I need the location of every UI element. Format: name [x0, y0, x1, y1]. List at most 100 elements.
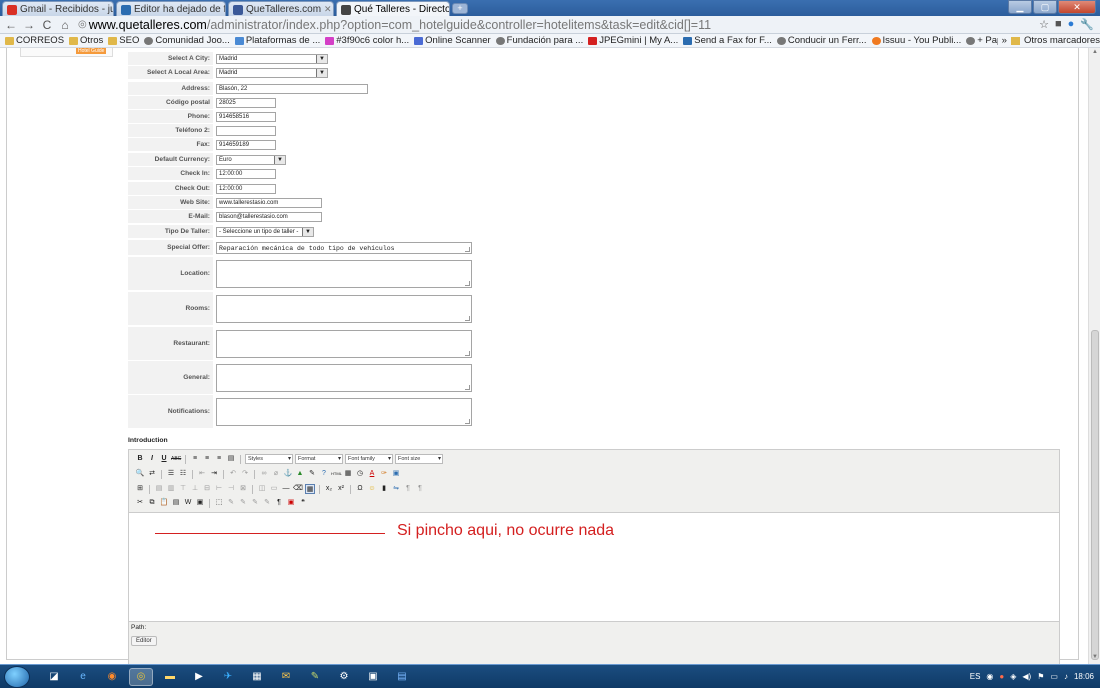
home-icon[interactable]: ⌂: [58, 18, 72, 32]
bookmark-color[interactable]: #3f90c6 color h...: [325, 35, 409, 46]
insert-row-before-icon[interactable]: ⊤: [178, 484, 188, 494]
tab-quetalleres-admin[interactable]: Qué Talleres - Directo ✕: [336, 1, 450, 16]
postal-code-input[interactable]: 28025: [216, 98, 276, 108]
blockquote-icon[interactable]: ❝: [298, 498, 308, 508]
bookmark-otros[interactable]: Otros: [69, 35, 103, 46]
website-input[interactable]: www.tallerestasio.com: [216, 198, 322, 208]
delete-col-icon[interactable]: ⊠: [238, 484, 248, 494]
font-family-dropdown[interactable]: Font family: [345, 454, 393, 464]
emoticon-icon[interactable]: ☺: [367, 484, 377, 494]
url-input[interactable]: ◎ www.quetalleres.com/administrator/inde…: [78, 17, 1039, 32]
redo-icon[interactable]: ↷: [240, 469, 250, 479]
address-input[interactable]: Blasón, 22: [216, 84, 368, 94]
bullet-list-icon[interactable]: ☰: [166, 469, 176, 479]
media-player-icon[interactable]: ▶: [187, 668, 211, 686]
insert-date-icon[interactable]: ▦: [343, 469, 353, 479]
new-tab-button[interactable]: +: [452, 3, 468, 14]
horizontal-rule-icon[interactable]: —: [281, 484, 291, 494]
cleanup-icon[interactable]: ✎: [307, 469, 317, 479]
phone-input[interactable]: 914658516: [216, 112, 276, 122]
volume-icon[interactable]: ♪: [1064, 672, 1068, 681]
background-color-icon[interactable]: ✑: [379, 469, 389, 479]
select-all-icon[interactable]: ▣: [195, 498, 205, 508]
remove-format-icon[interactable]: ⌫: [293, 484, 303, 494]
email-input[interactable]: blason@tallerestasio.com: [216, 212, 322, 222]
scroll-down-icon[interactable]: ▼: [1091, 654, 1099, 662]
chrome-icon[interactable]: ◎: [129, 667, 153, 686]
direction-icon[interactable]: ⇋: [391, 484, 401, 494]
check-in-input[interactable]: 12:00:00: [216, 169, 276, 179]
city-select[interactable]: Madrid ▼: [216, 54, 328, 64]
visual-aid-icon[interactable]: ▦: [305, 484, 315, 494]
insert-time-icon[interactable]: ◷: [355, 469, 365, 479]
rooms-textarea[interactable]: [216, 295, 472, 323]
special-offer-textarea[interactable]: Reparación mecánica de todo tipo de vehí…: [216, 242, 472, 254]
align-right-button[interactable]: ≡: [214, 454, 224, 464]
phone-2-input[interactable]: [216, 126, 276, 136]
paint-icon[interactable]: ✎: [303, 668, 327, 686]
shield-icon[interactable]: ◈: [1010, 672, 1016, 681]
format-dropdown[interactable]: Format: [295, 454, 343, 464]
page-info-icon[interactable]: ◎: [78, 19, 87, 30]
notifications-textarea[interactable]: [216, 398, 472, 426]
bold-button[interactable]: B: [135, 454, 145, 464]
reload-icon[interactable]: C: [40, 18, 54, 32]
fullscreen-icon[interactable]: ▣: [391, 469, 401, 479]
insert-col-before-icon[interactable]: ⊢: [214, 484, 224, 494]
close-window-button[interactable]: ✕: [1058, 0, 1096, 14]
other-bookmarks[interactable]: » Otros marcadores: [997, 34, 1100, 47]
abbr-icon[interactable]: ✎: [238, 498, 248, 508]
antivirus-icon[interactable]: ●: [999, 672, 1004, 681]
bookmark-send-fax[interactable]: Send a Fax for F...: [683, 35, 772, 46]
resize-handle-icon[interactable]: [465, 316, 470, 321]
align-center-button[interactable]: ≡: [202, 454, 212, 464]
cite-icon[interactable]: ✎: [226, 498, 236, 508]
currency-select[interactable]: Euro ▼: [216, 155, 286, 165]
insert-row-after-icon[interactable]: ⊥: [190, 484, 200, 494]
page-scrollbar[interactable]: ▲ ▼: [1088, 48, 1100, 664]
maximize-button[interactable]: ▢: [1033, 0, 1057, 14]
tab-gmail[interactable]: Gmail - Recibidos - ju ✕: [2, 1, 114, 16]
bookmark-seo[interactable]: SEO: [108, 35, 139, 46]
ltr-icon[interactable]: ¶: [403, 484, 413, 494]
scroll-up-icon[interactable]: ▲: [1091, 49, 1099, 57]
bookmark-online-scanner[interactable]: Online Scanner: [414, 35, 491, 46]
paste-word-icon[interactable]: W: [183, 498, 193, 508]
html-source-icon[interactable]: HTML: [331, 469, 342, 479]
photo-icon[interactable]: ▣: [361, 668, 385, 686]
copy-icon[interactable]: ⧉: [147, 498, 157, 508]
extension-icon[interactable]: ■: [1055, 18, 1062, 31]
star-icon[interactable]: ☆: [1039, 18, 1049, 31]
tab-quetalleres-facebook[interactable]: QueTalleres.com ✕: [228, 1, 334, 16]
minimize-button[interactable]: ▁: [1008, 0, 1032, 14]
link-icon[interactable]: ∞: [259, 469, 269, 479]
media-icon[interactable]: ▮: [379, 484, 389, 494]
speaker-icon[interactable]: ◀): [1022, 672, 1031, 681]
location-textarea[interactable]: [216, 260, 472, 288]
del-icon[interactable]: ✎: [262, 498, 272, 508]
general-textarea[interactable]: [216, 364, 472, 392]
editor-content-area[interactable]: Si pincho aqui, no ocurre nada: [129, 512, 1059, 622]
unlink-icon[interactable]: ⌀: [271, 469, 281, 479]
editor-toggle-button[interactable]: Editor: [131, 636, 157, 646]
text-color-icon[interactable]: A: [367, 469, 377, 479]
table-icon[interactable]: ⊞: [135, 484, 145, 494]
template-icon[interactable]: ▣: [286, 498, 296, 508]
split-cells-icon[interactable]: ◫: [257, 484, 267, 494]
check-out-input[interactable]: 12:00:00: [216, 184, 276, 194]
wrench-icon[interactable]: 🔧: [1080, 18, 1094, 31]
messenger-icon[interactable]: ✈: [216, 668, 240, 686]
replace-icon[interactable]: ⇄: [147, 469, 157, 479]
paste-icon[interactable]: 📋: [159, 498, 169, 508]
numbered-list-icon[interactable]: ☷: [178, 469, 188, 479]
close-icon[interactable]: ✕: [324, 4, 332, 15]
paste-text-icon[interactable]: ▤: [171, 498, 181, 508]
styles-dropdown[interactable]: Styles: [245, 454, 293, 464]
bookmark-conducir[interactable]: Conducir un Ferr...: [776, 35, 867, 46]
italic-button[interactable]: I: [147, 454, 157, 464]
indent-icon[interactable]: ⇥: [209, 469, 219, 479]
scroll-thumb[interactable]: [1091, 330, 1099, 660]
folder-icon[interactable]: ▬: [158, 668, 182, 686]
explorer-icon[interactable]: ◪: [42, 668, 66, 686]
bookmark-fundacion[interactable]: Fundación para ...: [495, 35, 583, 46]
